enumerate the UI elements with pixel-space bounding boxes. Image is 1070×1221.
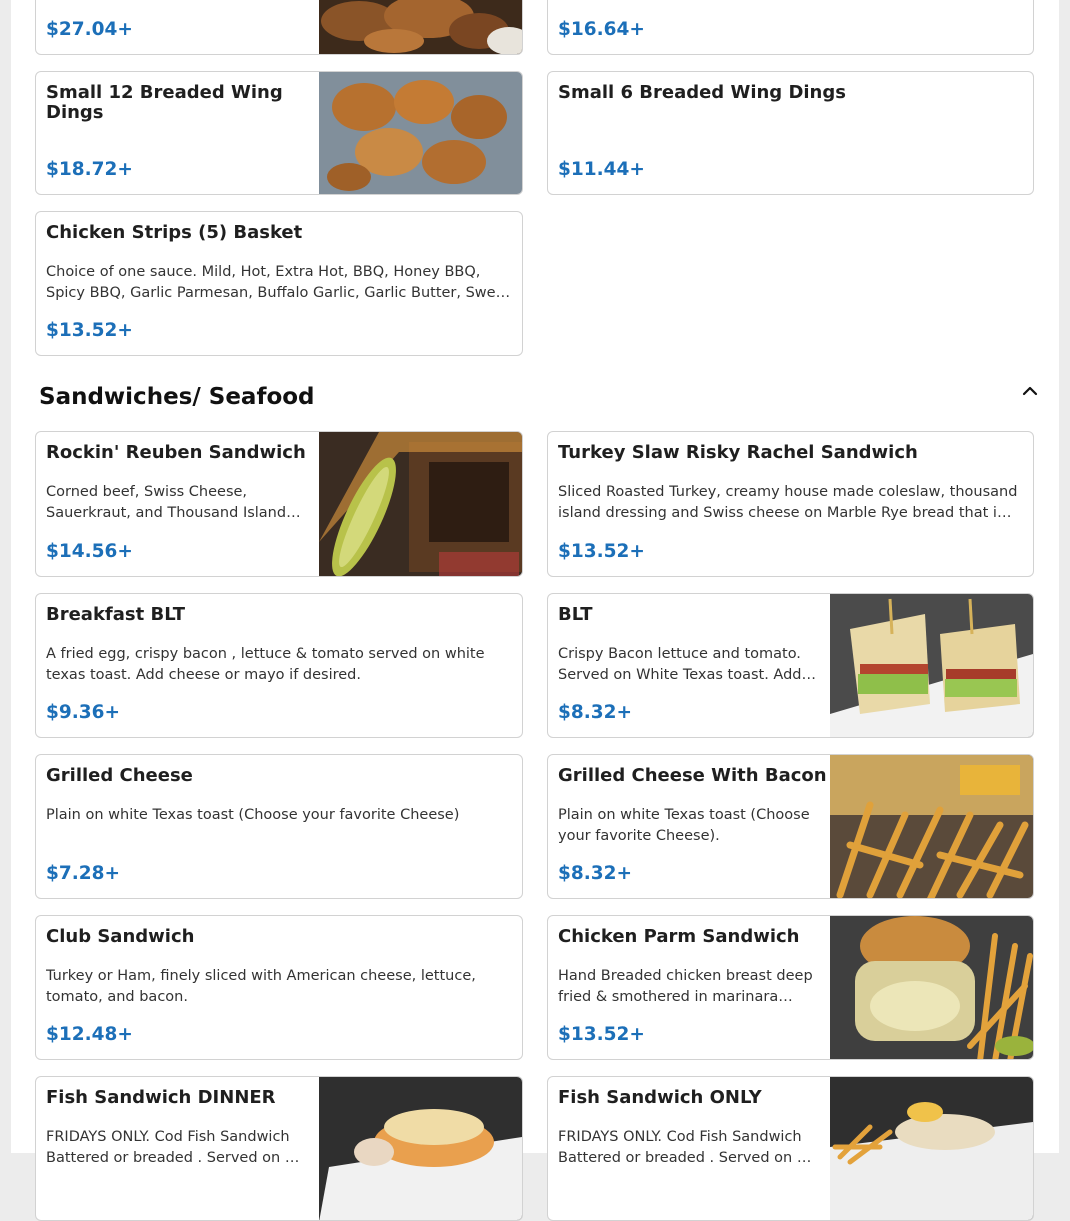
item-name: Small 6 Breaded Wing Dings: [558, 82, 846, 103]
item-photo-reuben: [319, 432, 522, 576]
menu-item-card[interactable]: Club Sandwich Turkey or Ham, finely slic…: [35, 915, 523, 1060]
section-title: Sandwiches/ Seafood: [39, 384, 315, 410]
item-price: $14.56+: [46, 541, 133, 562]
item-description: Turkey or Ham, finely sliced with Americ…: [46, 968, 476, 1005]
item-description: Crispy Bacon lettuce and tomato. Served …: [558, 646, 802, 683]
item-price: $8.32+: [558, 863, 633, 884]
item-price: $12.48+: [46, 1024, 133, 1045]
item-name: Chicken Parm Sandwich: [558, 926, 800, 947]
menu-item-card[interactable]: Small 6 Breaded Wing Dings $11.44+: [547, 71, 1034, 195]
item-photo-grilled-cheese-fries: [830, 755, 1033, 898]
item-price: $16.64+: [558, 19, 645, 40]
item-price: $13.52+: [46, 320, 133, 341]
item-price: $7.28+: [46, 863, 121, 884]
item-price: $13.52+: [558, 541, 645, 562]
item-photo-chicken-parm: [830, 916, 1033, 1059]
menu-item-card[interactable]: BLT Crispy Bacon lettuce and tomato. Ser…: [547, 593, 1034, 738]
item-price: $8.32+: [558, 702, 633, 723]
item-description: FRIDAYS ONLY. Cod Fish Sandwich Battered…: [558, 1129, 806, 1166]
item-description: FRIDAYS ONLY. Cod Fish Sandwich Battered…: [46, 1129, 294, 1166]
menu-item-card[interactable]: Turkey Slaw Risky Rachel Sandwich Sliced…: [547, 431, 1034, 577]
item-description: Corned beef, Swiss Cheese, Sauerkraut, a…: [46, 484, 287, 521]
item-name: Fish Sandwich DINNER: [46, 1087, 276, 1108]
item-name: Grilled Cheese: [46, 765, 193, 786]
menu-item-card[interactable]: $16.64+: [547, 0, 1034, 55]
item-name: Rockin' Reuben Sandwich: [46, 442, 306, 463]
menu-item-card[interactable]: Chicken Strips (5) Basket Choice of one …: [35, 211, 523, 356]
menu-item-card[interactable]: Fish Sandwich ONLY FRIDAYS ONLY. Cod Fis…: [547, 1076, 1034, 1221]
item-description: A fried egg, crispy bacon , lettuce & to…: [46, 646, 485, 683]
item-name: Small 12 Breaded Wing Dings: [46, 82, 283, 123]
item-name: Club Sandwich: [46, 926, 195, 947]
item-photo-blt: [830, 594, 1033, 737]
menu-item-card[interactable]: Fish Sandwich DINNER FRIDAYS ONLY. Cod F…: [35, 1076, 523, 1221]
item-description: Choice of one sauce. Mild, Hot, Extra Ho…: [46, 264, 511, 301]
menu-item-card[interactable]: Grilled Cheese With Bacon Plain on white…: [547, 754, 1034, 899]
item-price: $9.36+: [46, 702, 121, 723]
item-photo-fried-wings: [319, 0, 522, 54]
menu-item-card[interactable]: Small 12 Breaded Wing Dings $18.72+: [35, 71, 523, 195]
item-name: Turkey Slaw Risky Rachel Sandwich: [558, 442, 918, 463]
item-description: Sliced Roasted Turkey, creamy house made…: [558, 484, 1018, 521]
item-name: Fish Sandwich ONLY: [558, 1087, 762, 1108]
item-description: Plain on white Texas toast (Choose your …: [46, 807, 460, 823]
item-photo-fish-sandwich-only: [830, 1077, 1033, 1220]
item-name: BLT: [558, 604, 593, 625]
item-price: $11.44+: [558, 159, 645, 180]
item-name: Breakfast BLT: [46, 604, 185, 625]
menu-item-card[interactable]: Breakfast BLT A fried egg, crispy bacon …: [35, 593, 523, 738]
item-name: Grilled Cheese With Bacon: [558, 765, 827, 786]
menu-item-card[interactable]: Rockin' Reuben Sandwich Corned beef, Swi…: [35, 431, 523, 577]
item-photo-breaded-wings: [319, 72, 522, 194]
item-price: $13.52+: [558, 1024, 645, 1045]
menu-item-card[interactable]: $27.04+: [35, 0, 523, 55]
item-description: Plain on white Texas toast (Choose your …: [558, 807, 810, 844]
menu-item-card[interactable]: Grilled Cheese Plain on white Texas toas…: [35, 754, 523, 899]
item-description: Hand Breaded chicken breast deep fried &…: [558, 968, 813, 1005]
item-name: Chicken Strips (5) Basket: [46, 222, 303, 243]
item-price: $18.72+: [46, 159, 133, 180]
menu-item-card[interactable]: Chicken Parm Sandwich Hand Breaded chick…: [547, 915, 1034, 1060]
item-photo-fish-sandwich-dinner: [319, 1077, 522, 1220]
chevron-up-icon[interactable]: [1016, 380, 1044, 402]
item-price: $27.04+: [46, 19, 133, 40]
menu-page: $27.04+ $16.64+ Small 12 Breaded Wing Di…: [11, 0, 1059, 1221]
